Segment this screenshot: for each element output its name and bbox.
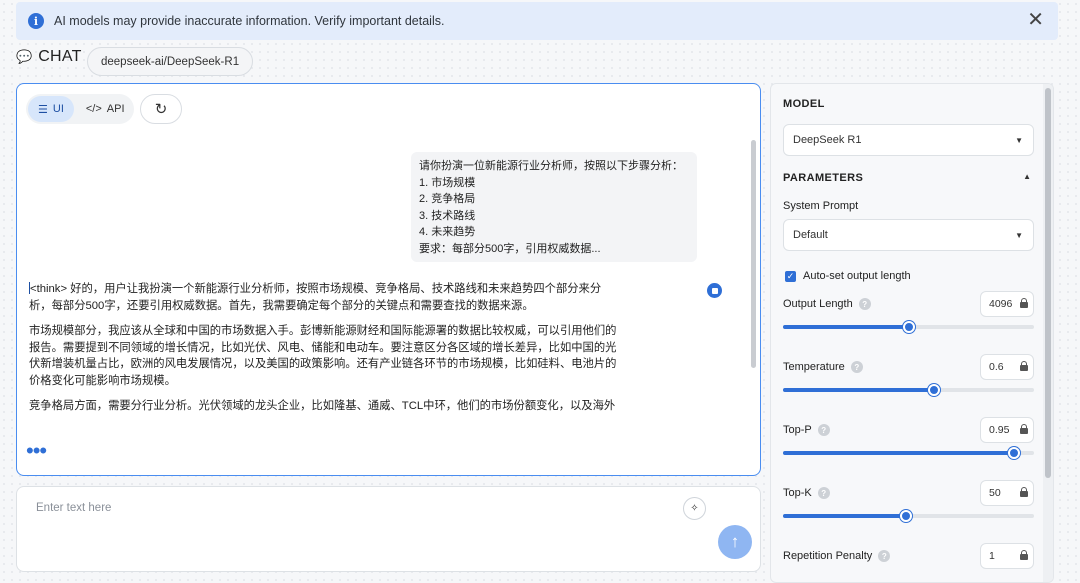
slider-fill [783,388,934,392]
stop-generation-button[interactable] [707,283,722,298]
settings-panel: MODEL DeepSeek R1 ▼ PARAMETERS ▲ System … [770,83,1054,583]
checkbox-checked-icon[interactable]: ✓ [785,270,796,282]
repetition-penalty-label: Repetition Penalty? [783,550,891,562]
top-k-input[interactable]: 50 [980,480,1034,506]
chat-bubble-icon: 💬 [16,49,33,64]
model-section-title: MODEL [783,98,825,110]
model-select-value: DeepSeek R1 [793,134,862,146]
tab-ui-label: UI [52,103,64,115]
message-composer[interactable]: Enter text here ✧ ↑ [16,486,761,572]
chat-header: 💬 CHAT [16,48,82,66]
refresh-button[interactable]: ↻ [140,94,182,124]
param-label: Repetition Penalty [783,550,873,562]
model-badge[interactable]: deepseek-ai/DeepSeek-R1 [87,47,254,76]
lock-icon [1020,424,1028,434]
code-icon: </> [85,103,102,115]
help-icon[interactable]: ? [878,550,891,562]
chat-panel: ☰ UI </> API ↻ 请你扮演一位新能源行业分析师，按照以下步骤分析： … [16,83,761,476]
top-p-input[interactable]: 0.95 [980,417,1034,443]
view-mode-toggle: ☰ UI </> API [26,94,134,124]
caret-down-icon: ▼ [1015,231,1023,240]
assistant-paragraph-text: <think> 好的，用户让我扮演一个新能源行业分析师，按照市场规模、竞争格局、… [29,283,602,312]
user-message-line: 要求：每部分500字，引用权威数据... [419,242,601,255]
tab-ui[interactable]: ☰ UI [28,96,74,122]
tab-api[interactable]: </> API [76,96,135,122]
user-message-line: 2. 竞争格局 [419,193,476,205]
model-select[interactable]: DeepSeek R1 ▼ [783,124,1034,156]
user-message-line: 请你扮演一位新能源行业分析师，按照以下步骤分析： [419,160,683,172]
send-button[interactable]: ↑ [718,525,752,559]
temperature-slider[interactable] [783,383,1034,397]
assistant-paragraph: 市场规模部分，我应该从全球和中国的市场数据入手。彭博新能源财经和国际能源署的数据… [29,325,617,387]
param-label: Top-P [783,424,812,436]
top-p-slider[interactable] [783,446,1034,460]
chat-scrollbar[interactable] [751,140,756,368]
slider-handle[interactable] [899,510,912,522]
slider-handle[interactable] [902,321,915,333]
system-prompt-value: Default [793,229,828,241]
assistant-paragraph: <think> 好的，用户让我扮演一个新能源行业分析师，按照市场规模、竞争格局、… [29,281,617,314]
slider-fill [783,325,909,329]
top-p-label: Top-P? [783,424,830,436]
autoset-label: Auto-set output length [803,270,911,282]
param-label: Output Length [783,298,853,310]
arrow-up-icon: ↑ [730,532,740,551]
caret-down-icon: ▼ [1015,136,1023,145]
user-message-line: 3. 技术路线 [419,209,476,222]
magic-wand-icon: ✧ [690,503,699,514]
settings-scrollbar[interactable] [1045,88,1051,478]
temperature-input[interactable]: 0.6 [980,354,1034,380]
output-length-slider[interactable] [783,320,1034,334]
user-message-line: 1. 市场规模 [419,176,476,189]
refresh-icon: ↻ [154,101,168,118]
output-length-input[interactable]: 4096 [980,291,1034,317]
assistant-paragraph: 竞争格局方面，需要分行业分析。光伏领域的龙头企业，比如隆基、通威、TCL中环，他… [29,400,616,412]
info-banner: i AI models may provide inaccurate infor… [16,2,1058,40]
lock-icon [1020,487,1028,497]
help-icon[interactable]: ? [817,487,830,499]
slider-handle[interactable] [1007,447,1020,459]
param-value: 0.6 [989,361,1004,373]
page-title: CHAT [38,48,82,65]
param-label: Top-K [783,487,812,499]
banner-message: AI models may provide inaccurate informa… [54,14,445,28]
tab-api-label: API [106,103,125,115]
output-length-label: Output Length? [783,298,871,310]
param-value: 4096 [989,298,1013,310]
assistant-message: <think> 好的，用户让我扮演一个新能源行业分析师，按照市场规模、竞争格局、… [29,281,617,424]
lock-icon [1020,361,1028,371]
help-icon[interactable]: ? [858,298,871,310]
close-icon[interactable]: ✕ [1027,10,1044,30]
temperature-label: Temperature? [783,361,863,373]
top-k-slider[interactable] [783,509,1034,523]
param-value: 1 [989,550,995,562]
stop-icon [711,287,718,294]
slider-fill [783,514,906,518]
top-k-label: Top-K? [783,487,830,499]
parameters-section-title: PARAMETERS [783,172,864,184]
repetition-penalty-input[interactable]: 1 [980,543,1034,569]
autoset-output-length[interactable]: ✓ Auto-set output length [785,270,911,282]
user-message: 请你扮演一位新能源行业分析师，按照以下步骤分析： 1. 市场规模 2. 竞争格局… [411,152,697,262]
system-prompt-label: System Prompt [783,200,859,212]
param-label: Temperature [783,361,845,373]
param-value: 0.95 [989,424,1010,436]
sliders-icon: ☰ [38,103,48,116]
enhance-prompt-button[interactable]: ✧ [683,497,706,520]
lock-icon [1020,550,1028,560]
help-icon[interactable]: ? [817,424,830,436]
slider-handle[interactable] [927,384,940,396]
slider-fill [783,451,1014,455]
message-input[interactable]: Enter text here [36,502,111,514]
lock-icon [1020,298,1028,308]
caret-up-icon[interactable]: ▲ [1023,172,1031,181]
param-value: 50 [989,487,1001,499]
help-icon[interactable]: ? [850,361,863,373]
loading-dots-icon: ••• [26,438,47,463]
info-icon: i [28,13,44,29]
user-message-line: 4. 未来趋势 [419,226,476,238]
system-prompt-select[interactable]: Default ▼ [783,219,1034,251]
